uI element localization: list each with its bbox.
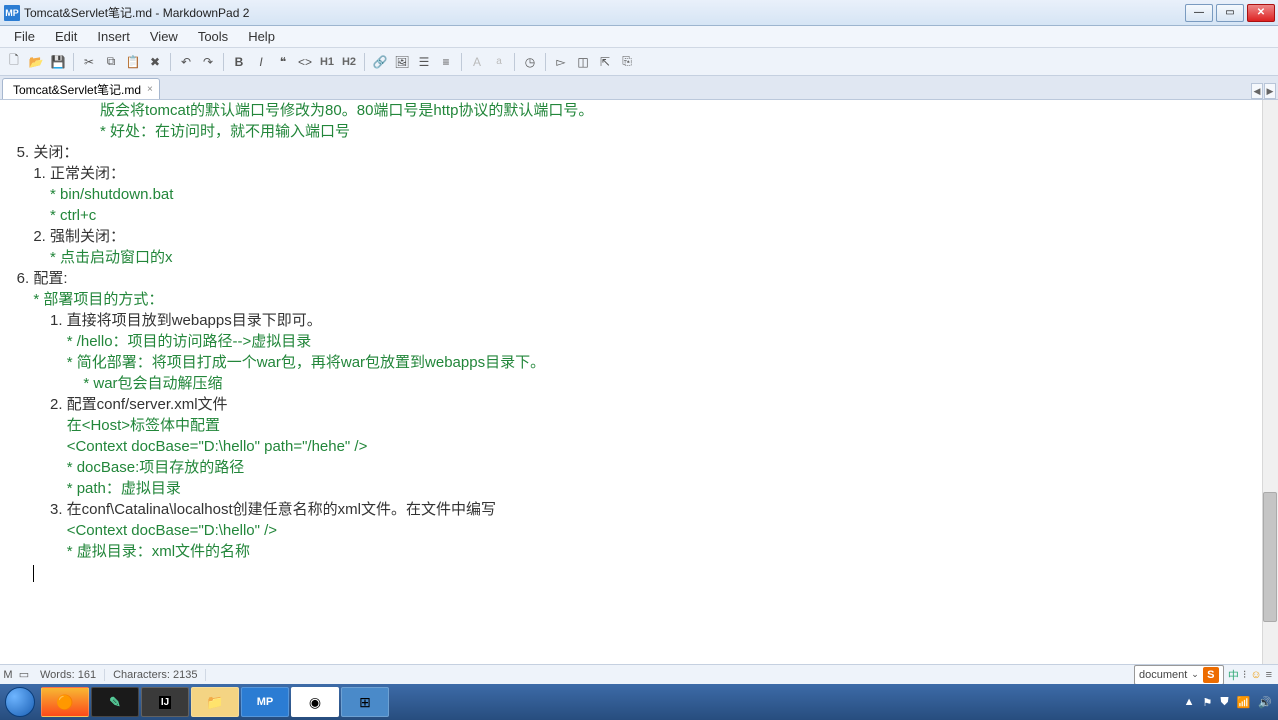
export-icon[interactable]: ⇱: [595, 52, 615, 72]
italic-icon[interactable]: I: [251, 52, 271, 72]
ul-icon[interactable]: ☰: [414, 52, 434, 72]
taskbar-app-2[interactable]: ✎: [91, 687, 139, 717]
tab-scroll-left-icon[interactable]: ◀: [1251, 83, 1263, 99]
start-button[interactable]: [0, 684, 40, 720]
font-small-icon[interactable]: a: [489, 52, 509, 72]
menu-bar: File Edit Insert View Tools Help: [0, 26, 1278, 48]
word-count: Words: 161: [32, 669, 105, 681]
separator: [514, 53, 515, 71]
h2-button[interactable]: H2: [339, 52, 359, 72]
window-title: Tomcat&Servlet笔记.md - MarkdownPad 2: [24, 4, 249, 21]
save-icon[interactable]: 💾: [48, 52, 68, 72]
split-icon[interactable]: ◫: [573, 52, 593, 72]
close-button[interactable]: ✕: [1247, 4, 1275, 22]
scroll-thumb[interactable]: [1263, 492, 1277, 622]
separator: [364, 53, 365, 71]
image-icon[interactable]: 🖼: [392, 52, 412, 72]
tray-menu-icon[interactable]: ≡: [1266, 669, 1272, 681]
system-tray[interactable]: ▲ ⚑ ⛊ 📶 🔊: [1184, 696, 1278, 709]
tab-document[interactable]: Tomcat&Servlet笔记.md ×: [2, 78, 160, 99]
title-bar: MP Tomcat&Servlet笔记.md - MarkdownPad 2 —…: [0, 0, 1278, 26]
taskbar: 🟠 ✎ IJ 📁 MP ◉ ⊞ ▲ ⚑ ⛊ 📶 🔊: [0, 684, 1278, 720]
app-icon: MP: [4, 5, 20, 21]
quote-icon[interactable]: ❝: [273, 52, 293, 72]
ime-indicator[interactable]: document ⌄ S: [1134, 665, 1224, 685]
char-count: Characters: 2135: [105, 669, 206, 681]
maximize-button[interactable]: ▭: [1216, 4, 1244, 22]
editor-area[interactable]: 版会将tomcat的默认端口号修改为80。80端口号是http协议的默认端口号。…: [0, 100, 1278, 664]
ol-icon[interactable]: ≡: [436, 52, 456, 72]
separator: [73, 53, 74, 71]
sogou-icon: S: [1203, 667, 1219, 683]
font-large-icon[interactable]: A: [467, 52, 487, 72]
menu-view[interactable]: View: [140, 27, 188, 46]
markdown-icon: M: [0, 669, 16, 681]
preview-icon[interactable]: ▻: [551, 52, 571, 72]
minimize-button[interactable]: —: [1185, 4, 1213, 22]
menu-tools[interactable]: Tools: [188, 27, 238, 46]
h1-button[interactable]: H1: [317, 52, 337, 72]
text-cursor: [33, 565, 34, 582]
status-bar: M ▭ Words: 161 Characters: 2135 document…: [0, 664, 1278, 684]
taskbar-markdownpad[interactable]: MP: [241, 687, 289, 717]
separator: [170, 53, 171, 71]
redo-icon[interactable]: ↷: [198, 52, 218, 72]
tray-up-icon[interactable]: ▲: [1184, 696, 1195, 708]
menu-file[interactable]: File: [4, 27, 45, 46]
taskbar-explorer[interactable]: 📁: [191, 687, 239, 717]
vertical-scrollbar[interactable]: [1262, 100, 1278, 664]
browser-icon[interactable]: ⎘: [617, 52, 637, 72]
tab-label: Tomcat&Servlet笔记.md: [13, 81, 141, 98]
tray-volume-icon[interactable]: 🔊: [1258, 696, 1272, 709]
undo-icon[interactable]: ↶: [176, 52, 196, 72]
book-icon: ▭: [16, 668, 32, 681]
separator: [545, 53, 546, 71]
tray-dots-icon[interactable]: ⁝: [1243, 668, 1247, 681]
tray-emoji-icon[interactable]: ☺: [1250, 669, 1261, 681]
taskbar-intellij[interactable]: IJ: [141, 687, 189, 717]
separator: [461, 53, 462, 71]
ime-lang-icon[interactable]: 中: [1228, 667, 1239, 683]
bold-icon[interactable]: B: [229, 52, 249, 72]
copy-icon[interactable]: ⧉: [101, 52, 121, 72]
new-file-icon[interactable]: 🗋: [4, 52, 24, 72]
delete-icon[interactable]: ✖: [145, 52, 165, 72]
code-icon[interactable]: <>: [295, 52, 315, 72]
cut-icon[interactable]: ✂: [79, 52, 99, 72]
taskbar-app-1[interactable]: 🟠: [41, 687, 89, 717]
tab-close-icon[interactable]: ×: [147, 84, 153, 95]
ime-doc-label: document: [1139, 669, 1187, 681]
open-file-icon[interactable]: 📂: [26, 52, 46, 72]
timestamp-icon[interactable]: ◷: [520, 52, 540, 72]
menu-insert[interactable]: Insert: [87, 27, 140, 46]
menu-help[interactable]: Help: [238, 27, 285, 46]
menu-edit[interactable]: Edit: [45, 27, 87, 46]
separator: [223, 53, 224, 71]
toolbar: 🗋 📂 💾 ✂ ⧉ 📋 ✖ ↶ ↷ B I ❝ <> H1 H2 🔗 🖼 ☰ ≡…: [0, 48, 1278, 76]
link-icon[interactable]: 🔗: [370, 52, 390, 72]
tray-flag-icon[interactable]: ⚑: [1202, 696, 1212, 709]
paste-icon[interactable]: 📋: [123, 52, 143, 72]
taskbar-chrome[interactable]: ◉: [291, 687, 339, 717]
tray-shield-icon[interactable]: ⛊: [1220, 696, 1228, 709]
taskbar-app-7[interactable]: ⊞: [341, 687, 389, 717]
tab-scroll-right-icon[interactable]: ▶: [1264, 83, 1276, 99]
tab-bar: Tomcat&Servlet笔记.md × ◀ ▶: [0, 76, 1278, 100]
tray-network-icon[interactable]: 📶: [1237, 696, 1251, 709]
